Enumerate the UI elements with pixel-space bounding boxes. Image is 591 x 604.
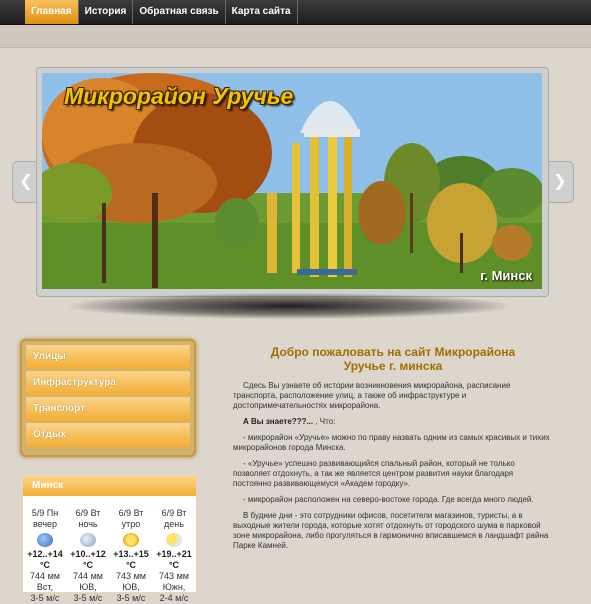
weather-wind: Южн, — [162, 582, 186, 592]
weather-pressure: 744 мм — [73, 571, 103, 581]
did-you-know-suffix: , Что: — [313, 417, 336, 426]
weather-temp: +19..+21 — [156, 549, 192, 559]
weather-date: 6/9 Вт — [75, 508, 101, 518]
night-cloud-icon — [37, 533, 53, 547]
weather-wind-speed: 3-5 м/с — [73, 593, 103, 603]
weather-pressure: 743 мм — [116, 571, 146, 581]
weather-unit: °C — [168, 560, 180, 570]
menu-item-transport[interactable]: Транспорт — [26, 397, 190, 421]
fact-paragraph: - микрорайон расположен на северо-восток… — [243, 495, 534, 504]
page-title-line1: Добро пожаловать на сайт Микрорайона — [270, 345, 516, 359]
main-content: Добро пожаловать на сайт Микрорайона Уру… — [233, 345, 553, 557]
slide-photo: Микрорайон Уручье г. Минск — [42, 73, 542, 289]
page-title-line2: Уручье г. минска — [343, 359, 443, 373]
weather-date: 5/9 Пн — [31, 508, 59, 518]
slide-caption: г. Минск — [480, 268, 532, 283]
weekday-paragraph: В будние дни - это сотрудники офисов, по… — [233, 511, 549, 550]
did-you-know-line: А Вы знаете???... , Что: — [233, 417, 553, 427]
did-you-know-label: А Вы знаете???... — [243, 417, 314, 426]
image-slider: Микрорайон Уручье г. Минск — [36, 67, 549, 297]
weather-column: 5/9 Пн вечер +12..+14 °C 744 мм Вст, 3-5… — [24, 508, 66, 604]
weather-wind: ЮВ, — [122, 582, 140, 592]
header-strip — [0, 25, 591, 48]
top-navigation-bar: Главная История Обратная связь Карта сай… — [0, 0, 591, 25]
fact-paragraph: - «Уручье» успешно развивающийся спальны… — [233, 459, 515, 488]
weather-column: 6/9 Вт утро +13..+15 °C 743 мм ЮВ, 3-5 м… — [110, 508, 152, 604]
menu-item-streets[interactable]: Улицы — [26, 345, 190, 369]
nav-sitemap[interactable]: Карта сайта — [226, 0, 298, 24]
nav-history[interactable]: История — [79, 0, 134, 24]
weather-pressure: 744 мм — [30, 571, 60, 581]
weather-date: 6/9 Вт — [118, 508, 144, 518]
weather-part: ночь — [78, 519, 98, 529]
weather-part: день — [164, 519, 184, 529]
weather-wind-speed: 3-5 м/с — [116, 593, 146, 603]
page-title: Добро пожаловать на сайт Микрорайона Уру… — [233, 345, 553, 373]
weather-part: утро — [121, 519, 141, 529]
menu-item-leisure[interactable]: Отдых — [26, 423, 190, 447]
sidebar-menu: Улицы Инфраструктура Транспорт Отдых — [20, 339, 196, 457]
weather-widget: Минск 5/9 Пн вечер +12..+14 °C 744 мм Вс… — [22, 475, 197, 603]
sun-icon — [123, 533, 139, 547]
weather-wind-speed: 2-4 м/с — [159, 593, 189, 603]
weather-pressure: 743 мм — [159, 571, 189, 581]
weather-city: Минск — [23, 476, 196, 496]
chevron-left-icon: ❮ — [19, 173, 33, 190]
slider-shadow — [70, 293, 510, 319]
slider-next-button[interactable]: ❯ — [546, 161, 574, 203]
intro-paragraph: Сдесь Вы узнаете об истории возникновени… — [233, 381, 511, 410]
weather-column: 6/9 Вт ночь +10..+12 °C 744 мм ЮВ, 3-5 м… — [67, 508, 109, 604]
weather-column: 6/9 Вт день +19..+21 °C 743 мм Южн, 2-4 … — [153, 508, 195, 604]
fact-paragraph: - микрорайон «Уручье» можно по праву наз… — [233, 433, 550, 452]
weather-wind: Вст, — [36, 582, 54, 592]
main-nav: Главная История Обратная связь Карта сай… — [0, 0, 591, 24]
weather-wind: ЮВ, — [79, 582, 97, 592]
nav-home[interactable]: Главная — [25, 0, 79, 24]
sun-cloud-icon — [166, 533, 182, 547]
weather-wind-speed: 3-5 м/с — [30, 593, 60, 603]
weather-date: 6/9 Вт — [161, 508, 187, 518]
menu-item-infrastructure[interactable]: Инфраструктура — [26, 371, 190, 395]
weather-part: вечер — [32, 519, 58, 529]
chevron-right-icon: ❯ — [553, 173, 567, 190]
slide-title: Микрорайон Уручье — [64, 83, 294, 109]
night-partly-cloudy-icon — [80, 533, 96, 547]
nav-feedback[interactable]: Обратная связь — [133, 0, 226, 24]
